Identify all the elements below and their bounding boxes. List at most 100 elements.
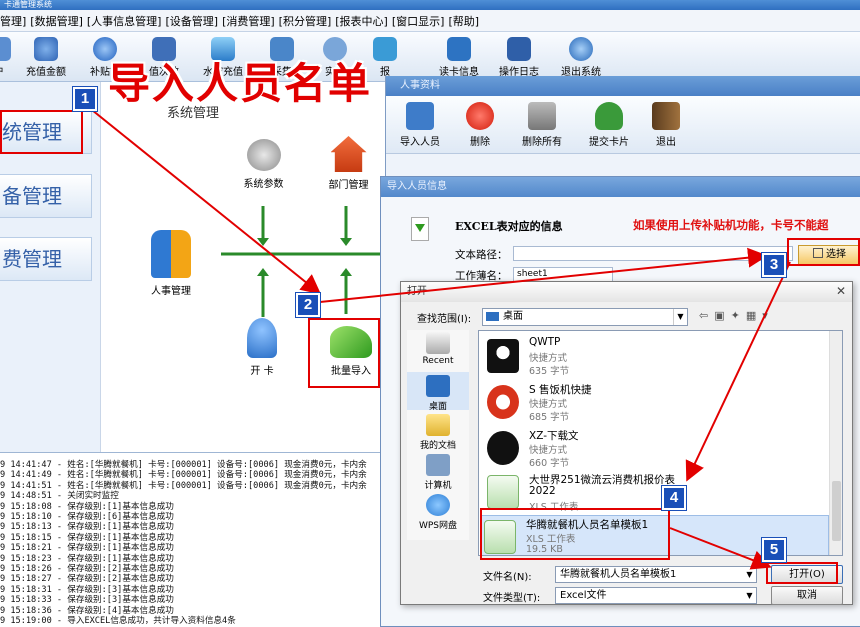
log-line: 9 15:18:10 - 保存级别:[6]基本信息成功 <box>0 512 174 523</box>
desktop-icon <box>426 375 450 397</box>
sidebar-item-consume[interactable]: 费管理 <box>0 237 92 281</box>
file-item[interactable]: XZ-下载文 快捷方式 660 字节 <box>485 427 825 474</box>
toolbar-exit-button[interactable]: 退出系统 <box>552 35 610 79</box>
place-documents[interactable]: 我的文档 <box>407 414 469 451</box>
excel-warning: 如果使用上传补贴机功能，卡号不能超 <box>633 218 829 232</box>
user-icon <box>0 37 11 61</box>
menu-device[interactable]: [设备管理] <box>165 13 218 29</box>
menu-window[interactable]: [窗口显示] <box>392 13 445 29</box>
menu-points[interactable]: [积分管理] <box>279 13 332 29</box>
filetype-label: 文件类型(T): <box>483 593 541 604</box>
lookin-label: 查找范围(I): <box>417 314 472 325</box>
house-icon <box>330 136 367 172</box>
step-badge-4: 4 <box>662 486 686 510</box>
place-recent[interactable]: Recent <box>407 332 469 366</box>
exit-icon <box>569 37 593 61</box>
menu-system[interactable]: 管理] <box>0 13 26 29</box>
filename-input[interactable]: 华腾就餐机人员名单模板1 ▼ <box>555 566 757 583</box>
file-item[interactable]: S 售饭机快捷 快捷方式 685 字节 <box>485 381 825 428</box>
view-menu-icon[interactable]: ▦▾ <box>746 309 774 322</box>
menu-consume[interactable]: [消费管理] <box>222 13 275 29</box>
import-window-title: 人事资料 <box>386 76 860 96</box>
cloud-download-icon <box>487 431 519 465</box>
place-computer[interactable]: 计算机 <box>407 454 469 491</box>
tutorial-banner: 导入人员名单 <box>108 59 373 108</box>
user-card-icon <box>595 102 623 130</box>
system-params-button[interactable]: 系统参数 <box>236 139 291 190</box>
desktop-icon <box>486 312 499 321</box>
delete-all-button[interactable]: 删除所有 <box>518 102 566 148</box>
place-wps-cloud[interactable]: WPS网盘 <box>407 494 469 531</box>
import-staff-button[interactable]: 导入人员 <box>396 102 444 148</box>
step-badge-5: 5 <box>762 538 786 562</box>
personnel-button[interactable]: 人事管理 <box>143 230 199 297</box>
shortcut-h-icon <box>487 385 519 419</box>
filename-label: 文件名(N): <box>483 572 532 583</box>
add-user-icon <box>247 318 277 358</box>
toolbar-recharge-button[interactable]: 充值金额 <box>17 35 75 79</box>
log-line: 9 15:18:21 - 保存级别:[1]基本信息成功 <box>0 543 174 554</box>
delete-button[interactable]: 删除 <box>458 102 502 148</box>
log-line: 9 15:18:26 - 保存级别:[2]基本信息成功 <box>0 564 174 575</box>
log-line: 9 15:18:13 - 保存级别:[1]基本信息成功 <box>0 522 174 533</box>
places-bar: Recent 桌面 我的文档 计算机 WPS网盘 <box>407 330 469 540</box>
toolbar-log-button[interactable]: 操作日志 <box>490 35 548 79</box>
cancel-button[interactable]: 取消 <box>771 586 843 605</box>
highlight-box-file <box>480 508 670 560</box>
menu-reports[interactable]: [报表中心] <box>335 13 388 29</box>
chevron-down-icon: ▼ <box>673 309 687 325</box>
log-line: 9 14:41:51 - 姓名:[华腾就餐机] 卡号:[000001] 设备号:… <box>0 480 367 491</box>
path-label: 文本路径： <box>455 249 508 261</box>
submit-card-button[interactable]: 提交卡片 <box>582 102 636 148</box>
log-line: 9 15:18:36 - 保存级别:[4]基本信息成功 <box>0 605 174 616</box>
new-folder-icon[interactable]: ✦ <box>731 309 746 322</box>
log-line: 9 15:18:33 - 保存级别:[3]基本信息成功 <box>0 595 174 606</box>
recent-icon <box>426 332 450 354</box>
highlight-box-open <box>766 562 838 584</box>
log-icon <box>507 37 531 61</box>
file-item[interactable]: QWTP 快捷方式 635 字节 <box>485 335 825 382</box>
log-panel: 9 14:41:47 - 姓名:[华腾就餐机] 卡号:[000001] 设备号:… <box>0 452 385 627</box>
step-badge-2: 2 <box>296 293 320 317</box>
people-icon <box>151 230 191 278</box>
folder-icon <box>426 414 450 436</box>
step-badge-1: 1 <box>73 87 97 111</box>
issue-card-button[interactable]: 开 卡 <box>237 318 287 377</box>
chevron-down-icon[interactable]: ▼ <box>743 567 756 582</box>
menu-data[interactable]: [数据管理] <box>30 13 83 29</box>
nav-buttons: ⇦▣✦▦▾ <box>699 309 774 322</box>
step-badge-3: 3 <box>762 253 786 277</box>
menu-help[interactable]: [帮助] <box>448 13 479 29</box>
department-button[interactable]: 部门管理 <box>321 136 376 191</box>
toolbar-card-read-button[interactable]: 读卡信息 <box>430 35 488 79</box>
system-management-panel: 系统管理 系统参数 部门管理 人事管理 开 卡 批量导入 <box>100 82 386 452</box>
log-line: 9 15:18:15 - 保存级别:[1]基本信息成功 <box>0 532 174 543</box>
app-titlebar: 卡通管理系统 <box>0 0 860 10</box>
up-folder-icon[interactable]: ▣ <box>714 309 730 322</box>
scrollbar-thumb[interactable] <box>832 481 841 541</box>
delete-icon <box>466 102 494 130</box>
log-line: 9 15:18:08 - 保存级别:[1]基本信息成功 <box>0 501 174 512</box>
filetype-select[interactable]: Excel文件 ▼ <box>555 587 757 604</box>
back-icon[interactable]: ⇦ <box>699 309 714 322</box>
door-exit-icon <box>652 102 680 130</box>
excel-file-icon <box>411 217 429 241</box>
highlight-box-select <box>787 238 860 266</box>
menu-bar: 管理] [数据管理] [人事信息管理] [设备管理] [消费管理] [积分管理]… <box>0 10 860 32</box>
cloud-icon <box>426 494 450 516</box>
import-window-toolbar: 导入人员 删除 删除所有 提交卡片 退出 <box>386 96 860 154</box>
chevron-down-icon[interactable]: ▼ <box>743 588 756 603</box>
place-desktop[interactable]: 桌面 <box>407 372 469 412</box>
file-list-scrollbar[interactable] <box>829 331 842 555</box>
close-icon[interactable]: ✕ <box>836 284 846 298</box>
lookin-select[interactable]: 桌面 ▼ <box>482 308 688 326</box>
menu-personnel[interactable]: [人事信息管理] <box>87 13 162 29</box>
xls-file-icon <box>487 475 519 509</box>
excel-dialog-title: 导入人员信息 <box>381 177 860 197</box>
exit-button[interactable]: 退出 <box>646 102 686 148</box>
report-icon <box>373 37 397 61</box>
sheet-input[interactable]: sheet1 <box>513 267 613 282</box>
sidebar-item-device[interactable]: 备管理 <box>0 174 92 218</box>
card-read-icon <box>447 37 471 61</box>
path-input[interactable] <box>513 246 793 261</box>
